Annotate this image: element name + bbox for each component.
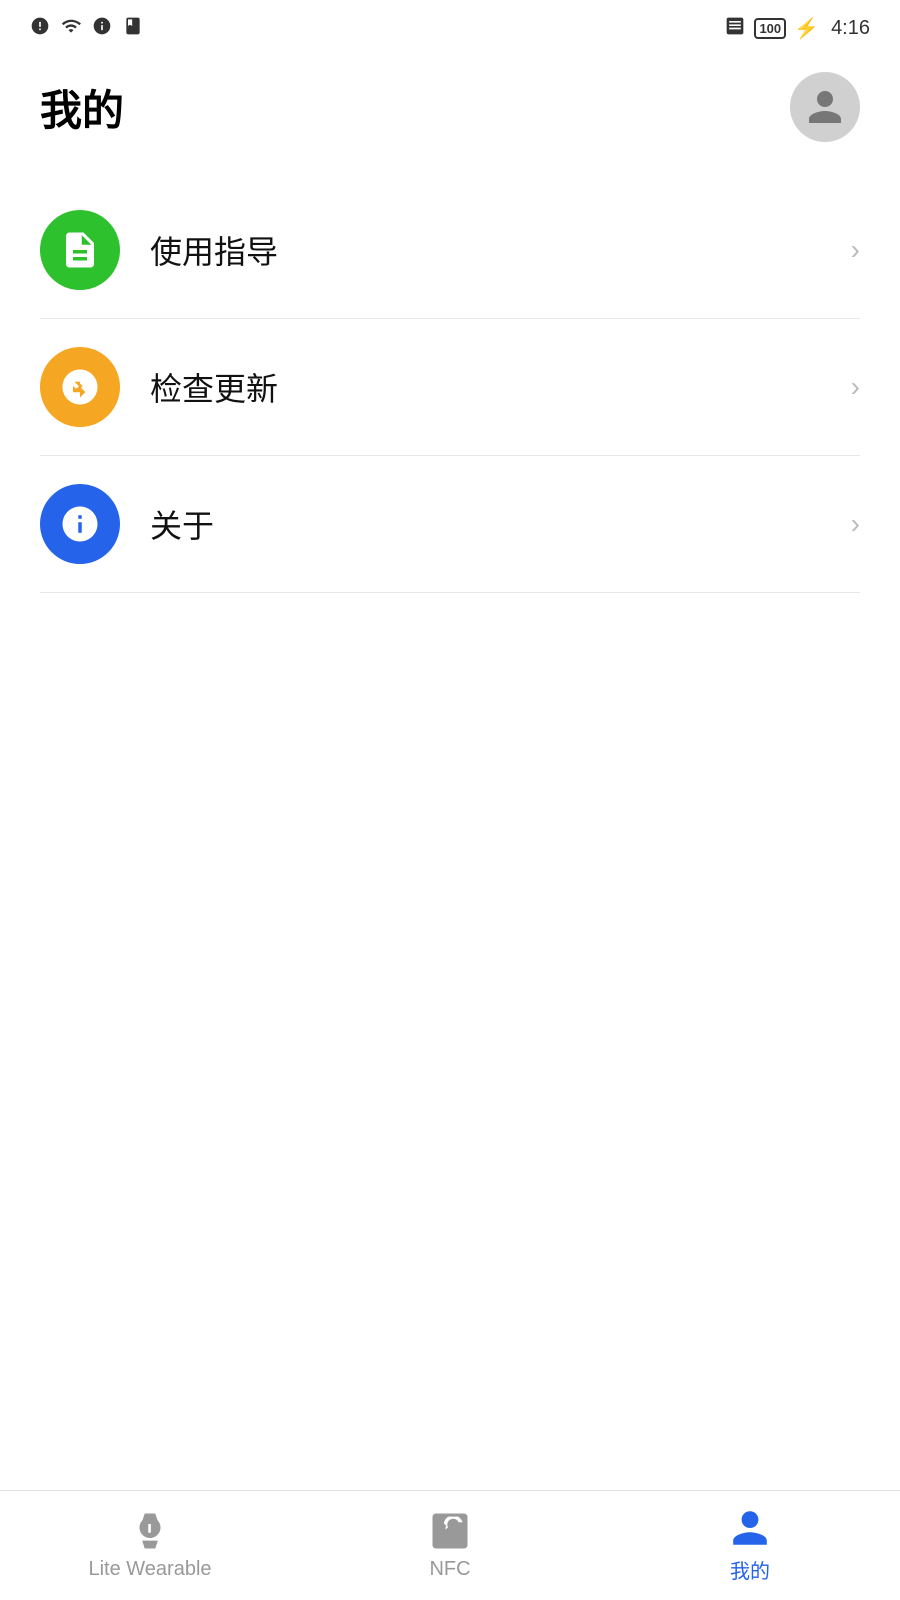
nfc-status-icon — [724, 16, 746, 41]
nfc-nav-icon: NFC — [429, 1510, 471, 1552]
update-icon-wrap — [40, 347, 120, 427]
menu-item-update[interactable]: 检查更新 › — [40, 319, 860, 456]
info-circle-icon — [59, 503, 101, 545]
status-time: 4:16 — [831, 17, 870, 40]
battery-indicator: 100 — [754, 18, 786, 39]
about-label: 关于 — [150, 501, 851, 547]
menu-item-guide[interactable]: 使用指导 › — [40, 182, 860, 319]
watch-icon — [129, 1510, 171, 1552]
wifi-icon — [60, 16, 82, 41]
avatar-icon — [805, 87, 845, 127]
person-icon — [729, 1507, 771, 1549]
update-icon — [59, 366, 101, 408]
nav-item-lite-wearable[interactable]: Lite Wearable — [0, 1510, 300, 1581]
update-chevron: › — [851, 371, 860, 403]
mine-nav-label: 我的 — [730, 1555, 770, 1584]
status-bar: 100 ⚡ 4:16 — [0, 0, 900, 52]
menu-item-about[interactable]: 关于 › — [40, 456, 860, 593]
info-icon — [92, 16, 112, 41]
nav-item-nfc[interactable]: NFC NFC — [300, 1510, 600, 1581]
main-header: 我的 — [0, 52, 900, 162]
book-icon — [122, 16, 144, 41]
lite-wearable-nav-label: Lite Wearable — [88, 1558, 211, 1581]
nfc-icon: NFC — [429, 1510, 471, 1552]
alert-icon — [30, 16, 50, 41]
guide-icon-wrap — [40, 210, 120, 290]
svg-text:NFC: NFC — [437, 1525, 462, 1539]
status-left-icons — [30, 16, 144, 41]
about-icon-wrap — [40, 484, 120, 564]
about-chevron: › — [851, 508, 860, 540]
charging-icon: ⚡ — [794, 16, 819, 41]
update-label: 检查更新 — [150, 364, 851, 410]
battery-level: 100 — [759, 21, 781, 36]
lite-wearable-nav-icon — [129, 1510, 171, 1552]
page-title: 我的 — [40, 77, 124, 138]
guide-label: 使用指导 — [150, 227, 851, 273]
status-right-icons: 100 ⚡ 4:16 — [724, 16, 870, 41]
bottom-nav: Lite Wearable NFC NFC 我的 — [0, 1490, 900, 1600]
avatar[interactable] — [790, 72, 860, 142]
mine-nav-icon — [729, 1507, 771, 1549]
nfc-nav-label: NFC — [429, 1558, 470, 1581]
nav-item-mine[interactable]: 我的 — [600, 1507, 900, 1584]
menu-list: 使用指导 › 检查更新 › 关于 › — [0, 182, 900, 593]
document-icon — [59, 229, 101, 271]
guide-chevron: › — [851, 234, 860, 266]
